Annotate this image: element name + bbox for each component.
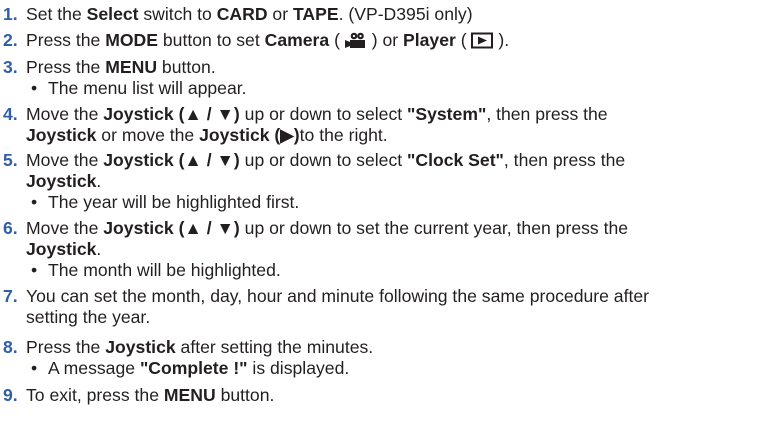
step-text: Press the MODE button to set Camera ( ) … [26,30,781,54]
step-text: Press the Joystick after setting the min… [26,337,374,357]
step-number: 2. [3,30,18,50]
step-number: 8. [3,337,18,357]
bullet-text: A message "Complete !" is displayed. [48,358,350,378]
step-text-line-1: Move the Joystick (▲ / ▼) up or down to … [26,150,626,170]
step-text-line-2: Joystick. [26,239,102,259]
step-text-line-1: You can set the month, day, hour and min… [26,286,650,306]
step-number: 5. [3,150,18,170]
step-number: 1. [3,4,18,24]
bullet-dot: • [31,260,38,280]
bullet-text: The month will be highlighted. [48,260,281,280]
step-text-line-2: Joystick. [26,171,102,191]
step-text-line-1: Move the Joystick (▲ / ▼) up or down to … [26,218,629,238]
step-number: 4. [3,104,18,124]
instruction-list: 1. Set the Select switch to CARD or TAPE… [0,0,781,439]
step-number: 3. [3,57,18,77]
step-text-line-2: setting the year. [26,307,151,327]
step-number: 7. [3,286,18,306]
step-text-line-2: Joystick or move the Joystick (▶)to the … [26,125,388,145]
step-number: 9. [3,385,18,405]
step-text: To exit, press the MENU button. [26,385,275,405]
step-number: 6. [3,218,18,238]
bullet-dot: • [31,78,38,98]
bullet-text: The year will be highlighted first. [48,192,300,212]
bullet-dot: • [31,192,38,212]
camera-mode-icon [344,32,367,54]
step-text-line-1: Move the Joystick (▲ / ▼) up or down to … [26,104,608,124]
step-text: Press the MENU button. [26,57,216,77]
bullet-dot: • [31,358,38,378]
step-text: Set the Select switch to CARD or TAPE. (… [26,4,473,24]
player-mode-icon [471,32,494,54]
bullet-text: The menu list will appear. [48,78,247,98]
